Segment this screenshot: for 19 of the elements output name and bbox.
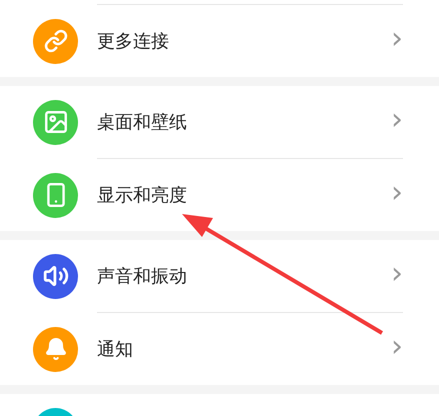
bell-icon <box>44 337 68 361</box>
chevron-icon: › <box>391 178 403 208</box>
chevron-icon: › <box>391 332 403 362</box>
settings-item[interactable]: 通知 › <box>0 313 439 385</box>
settings-item[interactable]: 桌面和壁纸 › <box>0 86 439 158</box>
item-label: 声音和振动 <box>97 264 188 288</box>
settings-item[interactable]: 显示和亮度 › <box>0 159 439 231</box>
chevron-icon: › <box>391 105 403 135</box>
settings-item[interactable]: 声音和振动 › <box>0 240 439 312</box>
image-icon <box>42 109 68 135</box>
item-label: 通知 <box>97 338 134 362</box>
item-label: 桌面和壁纸 <box>97 110 188 134</box>
chevron-icon: › <box>391 259 403 289</box>
item-label: 显示和亮度 <box>97 184 188 208</box>
link-icon <box>44 29 68 53</box>
chevron-icon: › <box>391 24 403 54</box>
speaker-icon <box>42 263 68 289</box>
settings-item[interactable]: 更多连接 › <box>0 5 439 77</box>
item-label: 更多连接 <box>97 30 170 54</box>
